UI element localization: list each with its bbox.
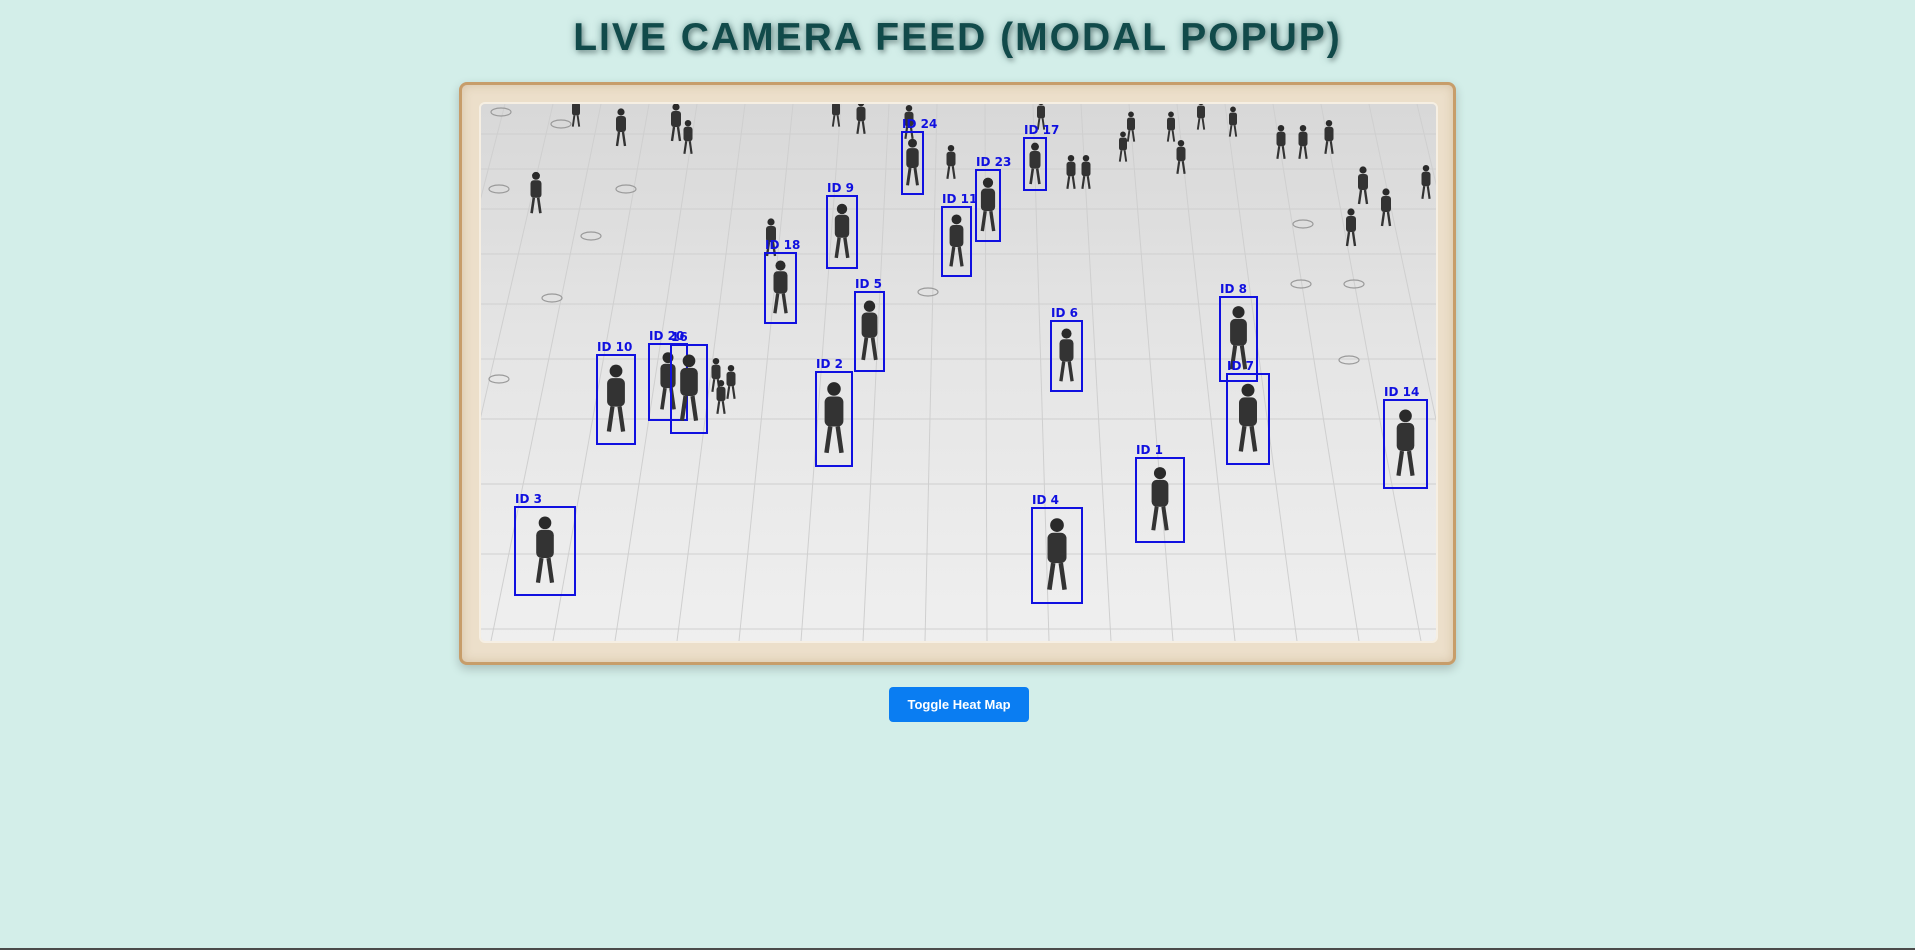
detection-id-label: ID 10 [597,340,632,354]
detection-id-label: ID 8 [1220,282,1247,296]
detection-id-label: ID 11 [942,192,977,206]
detection-id-label: ID 14 [1384,385,1419,399]
detection-id-label: ID 3 [515,492,542,506]
detection-id-label: ID 1 [1136,443,1163,457]
detection-id-label: ID 17 [1024,123,1059,137]
detection-id-label: ID 24 [902,117,937,131]
detection-id-label: ID 23 [976,155,1011,169]
page-title: LIVE CAMERA FEED (MODAL POPUP) [573,16,1342,59]
detection-id-label: ID 7 [1227,359,1254,373]
detection-id-label: ID 5 [855,277,882,291]
detection-id-label: ID 2 [816,357,843,371]
detection-id-label: 16 [671,330,688,344]
toggle-heat-map-button[interactable]: Toggle Heat Map [889,687,1029,722]
detection-id-label: ID 4 [1032,493,1059,507]
feed-canvas: ID 24 ID 17 ID 23 ID 9 ID 11 ID 18 ID 5 ID 6 ID … [481,104,1436,641]
detection-id-label: ID 9 [827,181,854,195]
camera-feed[interactable]: ID 24 ID 17 ID 23 ID 9 ID 11 ID 18 ID 5 ID 6 ID … [479,102,1438,643]
detection-id-label: ID 6 [1051,306,1078,320]
detection-id-label: ID 18 [765,238,800,252]
